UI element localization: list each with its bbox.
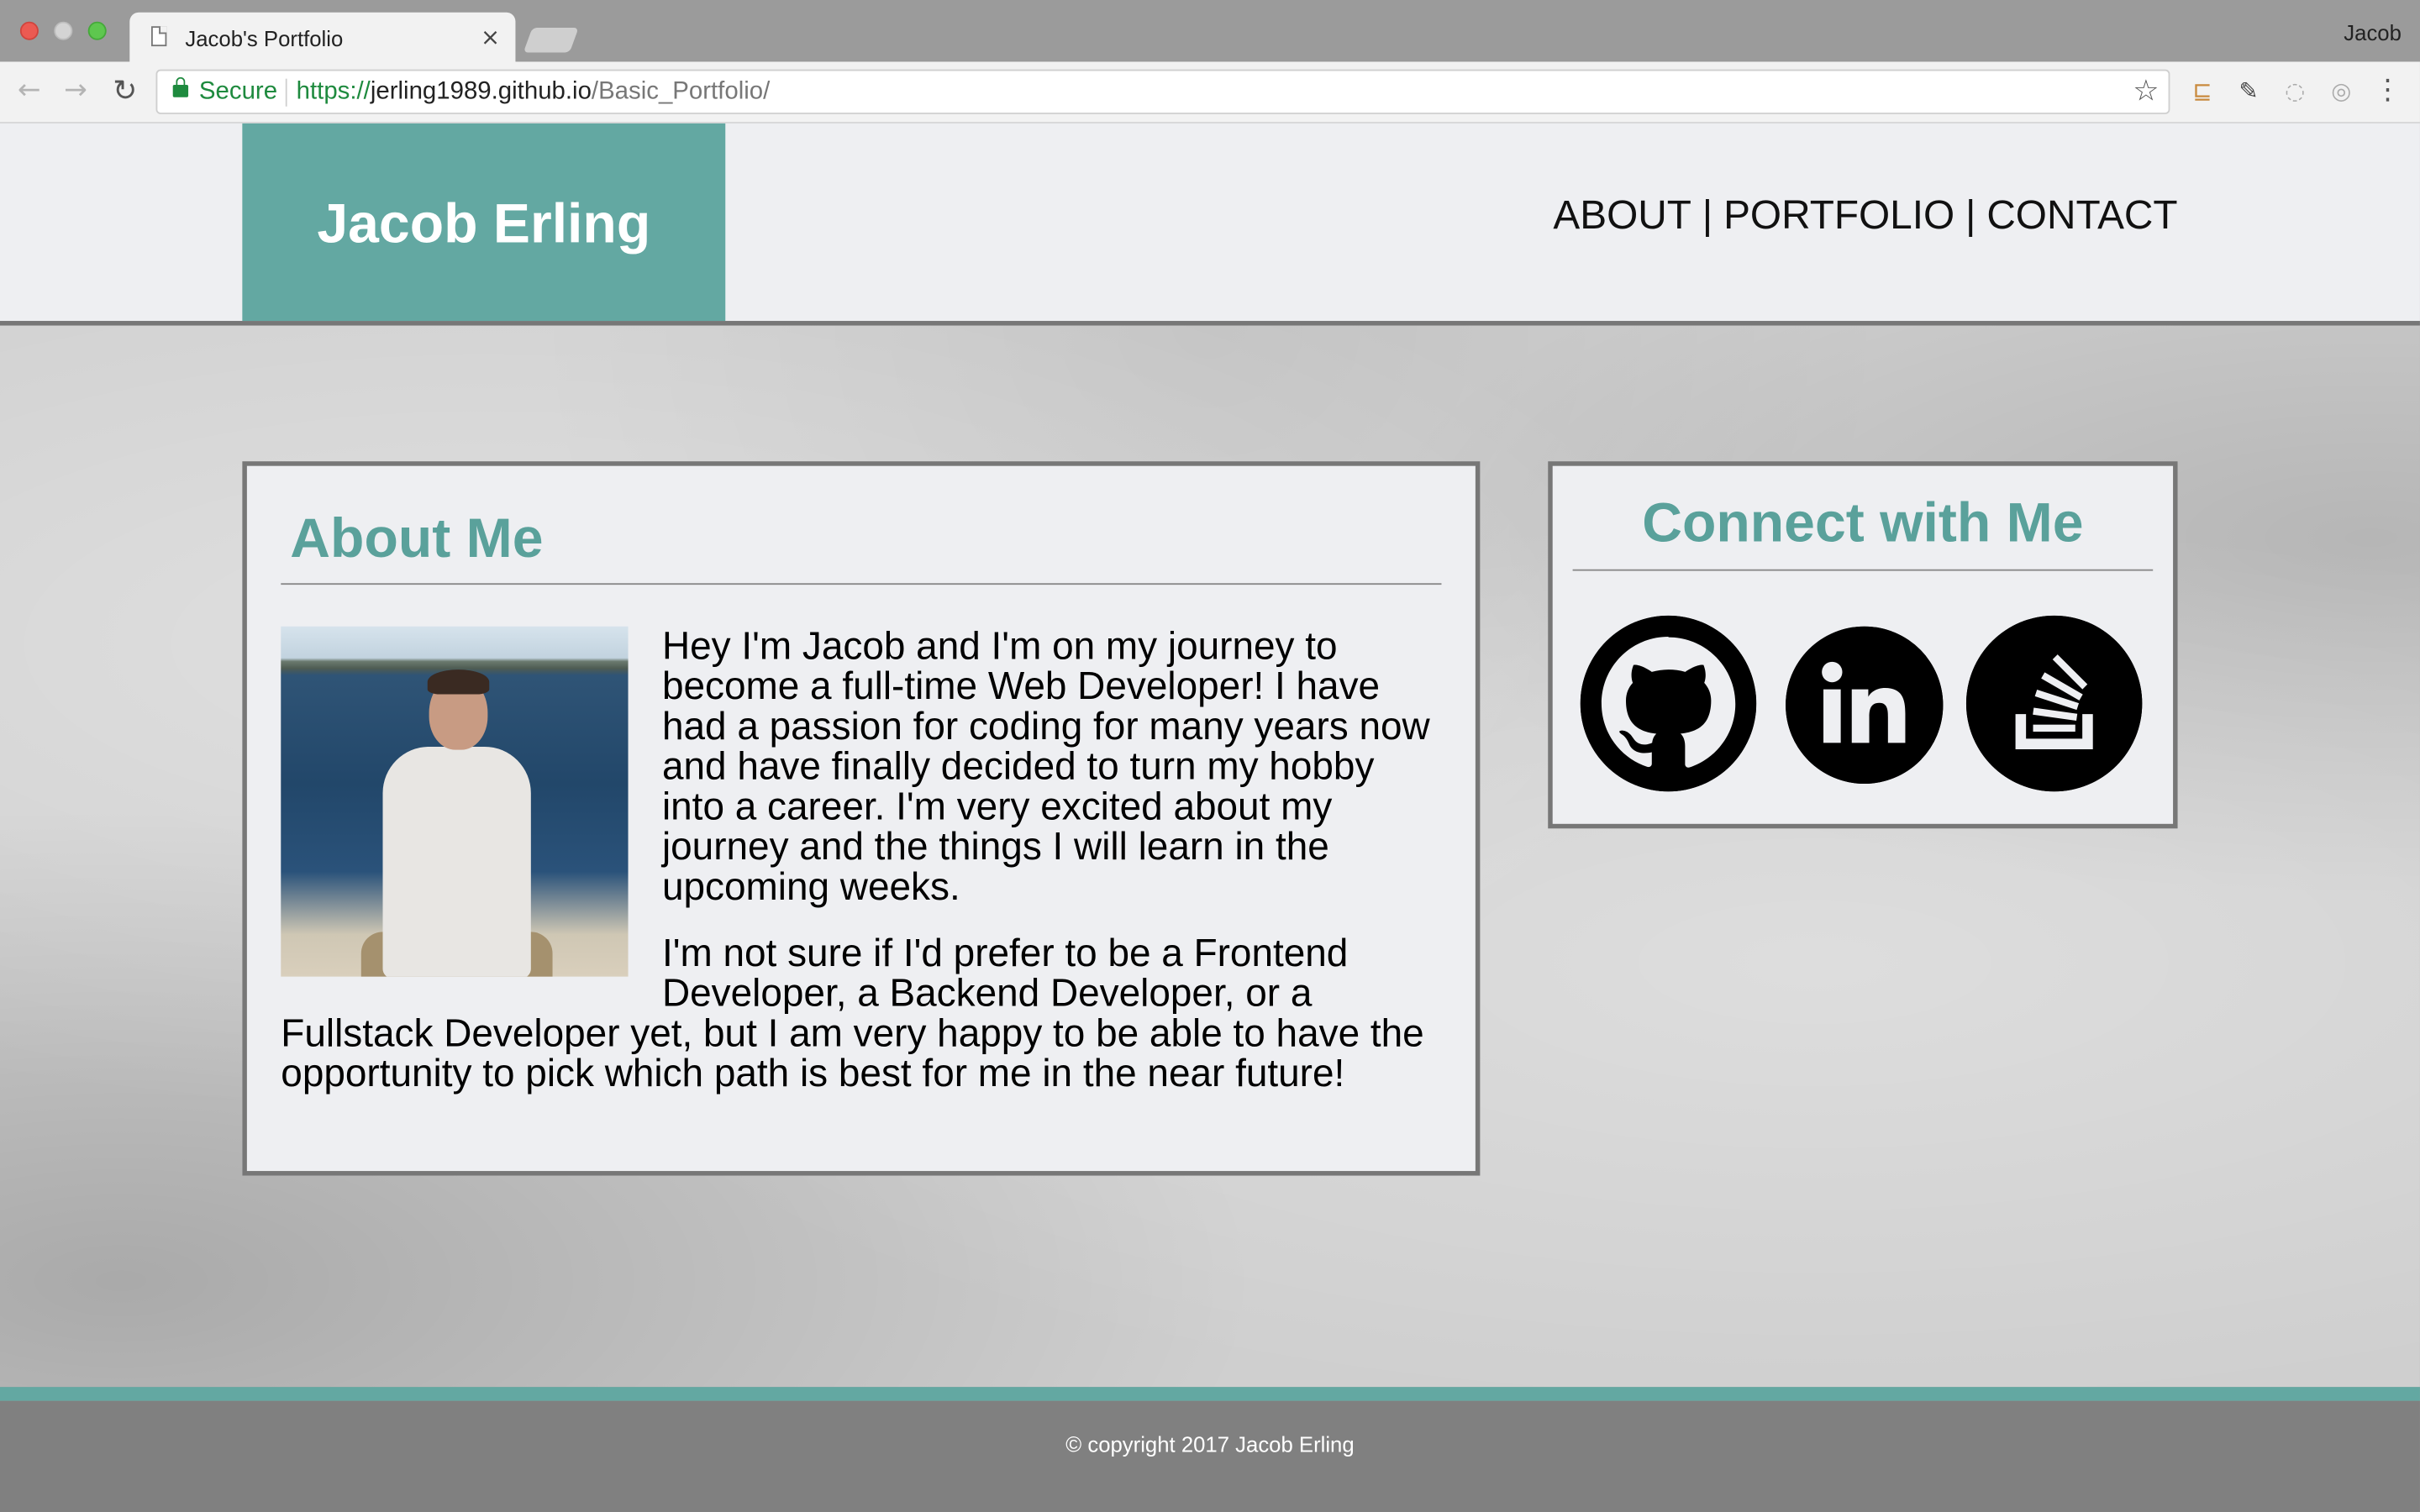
back-icon[interactable]: ← [13,74,46,108]
nav-about[interactable]: ABOUT [1553,192,1691,238]
nav-separator: | [1702,191,1713,238]
nav-separator: | [1965,191,1976,238]
url-text[interactable]: https://jerling1989.github.io/Basic_Port… [297,79,771,107]
eyedropper-icon[interactable]: ✎ [2233,76,2265,107]
profile-name[interactable]: Jacob [2344,20,2402,45]
connect-card: Connect with Me [1548,461,2178,829]
brand-name[interactable]: Jacob Erling [242,192,725,256]
nav-portfolio[interactable]: PORTFOLIO [1723,192,1954,238]
browser-titlebar: Jacob's Portfolio × Jacob [0,0,2420,62]
site-footer: © copyright 2017 Jacob Erling [0,1400,2420,1512]
close-window-button[interactable] [19,21,39,40]
site-header: Jacob Erling ABOUT | PORTFOLIO | CONTACT [0,123,2420,326]
url-scheme: https:// [296,78,371,105]
about-title: About Me [290,506,544,570]
secure-label: Secure [198,78,278,105]
extension-icon[interactable]: ◎ [2326,76,2357,107]
nav-contact[interactable]: CONTACT [1986,192,2177,238]
divider [281,583,1442,585]
stackoverflow-icon[interactable] [1965,615,2143,792]
extension-icon[interactable]: ◌ [2280,76,2311,107]
browser-toolbar: ← → ↻ Secure https://jerling1989.github.… [0,61,2420,123]
about-body: Hey I'm Jacob and I'm on my journey to b… [281,627,1441,1121]
github-icon[interactable] [1580,615,1757,792]
photo-detail [427,669,490,695]
main-nav: ABOUT | PORTFOLIO | CONTACT [1553,192,2177,239]
linkedin-icon[interactable] [1786,626,1944,785]
reload-icon[interactable]: ↻ [108,74,142,108]
profile-photo [281,626,629,977]
menu-icon[interactable]: ⋮ [2372,75,2403,107]
lock-icon [172,76,189,97]
photo-detail [382,746,531,977]
web-page: Jacob Erling ABOUT | PORTFOLIO | CONTACT Abo… [0,123,2420,1512]
brand-block[interactable]: Jacob Erling [242,123,726,322]
about-card: About Me Hey I'm Jacob and I'm on my jou… [242,461,1481,1176]
new-tab-button[interactable] [523,28,579,53]
url-path: /Basic_Portfolio/ [591,78,771,105]
url-host: jerling1989.github.io [370,78,592,105]
star-icon[interactable]: ☆ [2133,74,2159,108]
tab-title: Jacob's Portfolio [185,26,344,51]
minimize-window-button[interactable] [54,21,73,40]
address-separator [285,78,287,107]
footer-text: © copyright 2017 Jacob Erling [1065,1431,1355,1457]
footer-accent-strip [0,1387,2420,1401]
tab-close-icon[interactable]: × [481,24,500,51]
screen: Jacob's Portfolio × Jacob ← → ↻ Secure h… [0,0,2420,1512]
address-bar[interactable]: Secure https://jerling1989.github.io/Bas… [155,69,2170,114]
extension-icon[interactable]: ⊑ [2187,76,2218,107]
maximize-window-button[interactable] [87,21,107,40]
forward-icon[interactable]: → [59,74,92,108]
divider [1572,569,2154,571]
connect-title: Connect with Me [1642,491,2084,554]
browser-tab[interactable]: Jacob's Portfolio × [129,12,516,62]
page-icon [150,26,167,47]
